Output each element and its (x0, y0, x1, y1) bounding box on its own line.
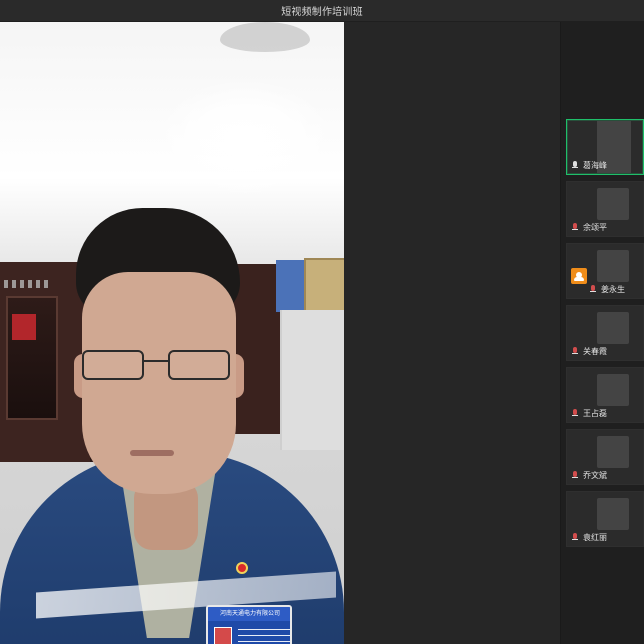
mic-icon (571, 471, 579, 479)
badge-company: 河南天通电力有限公司 (208, 607, 290, 621)
mic-icon (571, 223, 579, 231)
right-lens (168, 350, 230, 380)
participant-avatar (597, 188, 629, 220)
participant-tile-6[interactable]: 乔文斌 (566, 429, 644, 485)
participant-avatar (597, 436, 629, 468)
party-pin (236, 562, 248, 574)
participant-tile-7[interactable]: 袁红丽 (566, 491, 644, 547)
main-video-feed[interactable]: 河南天通电力有限公司 (0, 22, 344, 644)
participant-tile-5[interactable]: 王占磊 (566, 367, 644, 423)
participant-name: 关春霞 (583, 346, 607, 356)
participant-name: 袁红丽 (583, 532, 607, 542)
participant-name-row: 乔文斌 (571, 469, 607, 481)
participant-name: 葛海峰 (583, 160, 607, 170)
participant-name-row: 袁红丽 (571, 531, 607, 543)
mic-icon (571, 409, 579, 417)
badge-text-lines (238, 629, 290, 644)
left-lens (82, 350, 144, 380)
participant-name-row: 王占磊 (571, 407, 607, 419)
participant-name-row: 余颂平 (571, 221, 607, 233)
participant-avatar (597, 498, 629, 530)
id-badge: 河南天通电力有限公司 (206, 605, 292, 644)
participant-name-row: 姜永生 (589, 283, 625, 295)
title-bar: 短视频制作培训班 (0, 0, 644, 22)
badge-photo (214, 627, 232, 644)
mic-icon (589, 285, 597, 293)
participant-avatar (597, 250, 629, 282)
eyeglasses (82, 350, 232, 388)
participant-name: 姜永生 (601, 284, 625, 294)
participant-tile-1[interactable]: 葛海峰 (566, 119, 644, 175)
participant-name: 乔文斌 (583, 470, 607, 480)
glasses-bridge (142, 360, 170, 362)
center-empty-area (344, 22, 560, 644)
host-icon (571, 268, 587, 284)
participant-tile-3[interactable]: 姜永生 (566, 243, 644, 299)
participant-tile-4[interactable]: 关春霞 (566, 305, 644, 361)
participant-name: 余颂平 (583, 222, 607, 232)
participant-avatar (597, 312, 629, 344)
mic-icon (571, 533, 579, 541)
video-conference-window: 短视频制作培训班 河南天通电力有限公司 葛海峰 余颂平 姜永生 关春霞 王占磊 … (0, 0, 644, 644)
participant-name-row: 葛海峰 (571, 159, 607, 171)
participant-name: 王占磊 (583, 408, 607, 418)
mouth (130, 450, 174, 456)
participant-tile-2[interactable]: 余颂平 (566, 181, 644, 237)
participant-name-row: 关春霞 (571, 345, 607, 357)
window-title: 短视频制作培训班 (281, 7, 363, 18)
mic-icon (571, 347, 579, 355)
mic-icon (571, 161, 579, 169)
participant-avatar (597, 374, 629, 406)
participant-person: 河南天通电力有限公司 (0, 22, 344, 644)
